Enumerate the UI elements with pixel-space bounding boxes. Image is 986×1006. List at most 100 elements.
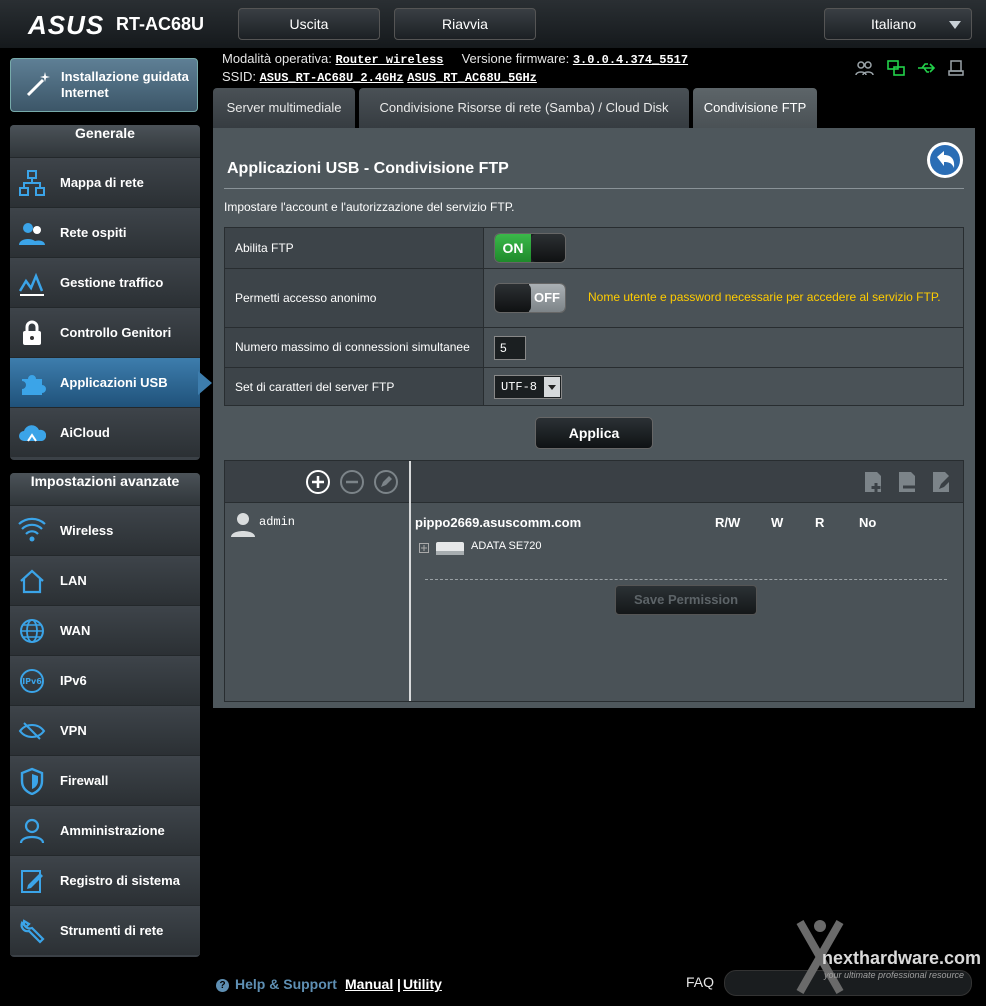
sidebar-item-label: Amministrazione (60, 823, 165, 838)
save-permission-button[interactable]: Save Permission (615, 585, 757, 615)
charset-select[interactable]: UTF-8 (494, 374, 562, 399)
description: Impostare l'account e l'autorizzazione d… (224, 200, 515, 214)
apply-button[interactable]: Applica (535, 417, 653, 449)
network-map-icon (19, 170, 45, 196)
watermark-tagline: your ultimate professional resource (824, 970, 965, 980)
anonymous-access-toggle[interactable]: OFF (494, 283, 566, 313)
ftp-settings-table: Abilita FTP ON Permetti accesso anonimo … (224, 227, 964, 406)
sidebar-item-aicloud[interactable]: AiCloud (10, 407, 200, 457)
sidebar-item-label: Applicazioni USB (60, 375, 168, 390)
clients-icon[interactable] (854, 58, 874, 78)
max-connections-label: Numero massimo di connessioni simultanee (224, 327, 484, 368)
wan-icon (20, 619, 44, 643)
aicloud-icon (19, 425, 46, 442)
sidebar-item-wan[interactable]: WAN (10, 605, 200, 655)
language-value: Italiano (871, 16, 917, 32)
utility-link[interactable]: Utility (403, 976, 442, 992)
tab-ftp[interactable]: Condivisione FTP (693, 88, 817, 128)
delete-folder-icon[interactable] (895, 469, 921, 495)
enable-ftp-label: Abilita FTP (224, 227, 484, 269)
top-bar: ASUS RT-AC68U Uscita Riavvia Italiano (0, 0, 986, 48)
help-support[interactable]: ? Help & Support (216, 976, 337, 992)
sidebar-item-lan[interactable]: LAN (10, 555, 200, 605)
ftp-host: pippo2669.asuscomm.com (415, 515, 582, 530)
printer-icon[interactable] (946, 58, 966, 78)
sidebar-item-label: Wireless (60, 523, 114, 538)
account-permissions: admin pippo2669.asuscomm.com R/W W R No … (224, 460, 964, 702)
perm-header-r: R (815, 515, 825, 530)
traffic-manager-icon (18, 272, 44, 296)
enable-ftp-toggle[interactable]: ON (494, 233, 566, 263)
add-account-icon[interactable] (305, 469, 331, 495)
status-icons (854, 58, 974, 78)
advanced-section: Impostazioni avanzate Wireless LAN WAN IPv6… (10, 473, 200, 957)
toggle-off-label: OFF (529, 284, 565, 312)
add-folder-icon[interactable] (861, 469, 887, 495)
sidebar-item-rete-ospiti[interactable]: Rete ospiti (10, 207, 200, 257)
sidebar-item-label: AiCloud (60, 425, 110, 440)
sidebar-item-label: Mappa di rete (60, 175, 144, 190)
ssid-24ghz-link[interactable]: ASUS_RT-AC68U_2.4GHz (260, 71, 404, 85)
general-section: Generale Mappa di rete Rete ospiti Gestion… (10, 125, 200, 460)
parental-control-icon (23, 320, 41, 345)
info-line-ssid: SSID: ASUS_RT-AC68U_2.4GHz ASUS_RT_AC68U… (222, 69, 537, 85)
firmware-link[interactable]: 3.0.0.4.374_5517 (573, 53, 688, 67)
sidebar-item-applicazioni-usb[interactable]: Applicazioni USB (10, 357, 200, 407)
sidebar-item-vpn[interactable]: VPN (10, 705, 200, 755)
quick-setup-button[interactable]: Installazione guidata Internet (10, 58, 198, 112)
sidebar-item-controllo-genitori[interactable]: Controllo Genitori (10, 307, 200, 357)
system-log-icon (21, 870, 43, 893)
network-status-icon[interactable] (886, 58, 906, 78)
ipv6-icon: IPv6 (20, 669, 44, 693)
rename-folder-icon[interactable] (929, 469, 955, 495)
tab-samba[interactable]: Condivisione Risorse di rete (Samba) / C… (359, 88, 689, 128)
max-connections-input[interactable]: 5 (494, 335, 526, 360)
model-name: RT-AC68U (116, 14, 205, 34)
ssid-5ghz-link[interactable]: ASUS_RT_AC68U_5GHz (407, 71, 537, 85)
expand-icon[interactable] (419, 543, 429, 553)
manual-link[interactable]: Manual (345, 976, 393, 992)
sidebar-item-label: Registro di sistema (60, 873, 180, 888)
sidebar-item-label: VPN (60, 723, 87, 738)
sidebar-item-label: Controllo Genitori (60, 325, 172, 340)
hard-drive-icon (436, 542, 464, 555)
sidebar-item-label: LAN (60, 573, 87, 588)
disk-row[interactable]: ADATA SE720 (419, 537, 619, 559)
account-row[interactable]: admin (231, 511, 401, 537)
user-icon (231, 513, 255, 537)
wireless-icon (18, 517, 46, 542)
mode-link[interactable]: Router wireless (335, 53, 443, 67)
sidebar-item-gestione-traffico[interactable]: Gestione traffico (10, 257, 200, 307)
sidebar-item-wireless[interactable]: Wireless (10, 505, 200, 555)
sidebar-item-ipv6[interactable]: IPv6 IPv6 (10, 655, 200, 705)
remove-account-icon[interactable] (339, 469, 365, 495)
sidebar-item-strumenti-di-rete[interactable]: Strumenti di rete (10, 905, 200, 955)
sidebar-item-registro-di-sistema[interactable]: Registro di sistema (10, 855, 200, 905)
watermark-brand: nexthardware.com (822, 948, 982, 968)
charset-value: UTF-8 (501, 379, 538, 394)
usb-status-icon[interactable] (916, 58, 936, 78)
tab-media-server[interactable]: Server multimediale (213, 88, 355, 128)
help-label: Help & Support (235, 976, 337, 992)
help-icon: ? (216, 979, 229, 992)
sidebar-item-label: Rete ospiti (60, 225, 127, 240)
sidebar-item-mappa-di-rete[interactable]: Mappa di rete (10, 157, 200, 207)
back-icon[interactable] (925, 140, 965, 180)
magic-wand-icon (26, 72, 50, 97)
sidebar-item-firewall[interactable]: Firewall (10, 755, 200, 805)
edit-account-icon[interactable] (373, 469, 399, 495)
language-select[interactable]: Italiano (824, 8, 972, 40)
sidebar-item-amministrazione[interactable]: Amministrazione (10, 805, 200, 855)
lan-icon (20, 569, 44, 594)
reboot-button[interactable]: Riavvia (394, 8, 536, 40)
separator-line (425, 579, 947, 580)
title-divider (224, 188, 964, 189)
footer-separator: | (397, 976, 401, 992)
general-title: Generale (10, 125, 200, 157)
logout-button[interactable]: Uscita (238, 8, 380, 40)
sidebar-item-label: WAN (60, 623, 91, 638)
page-title: Applicazioni USB - Condivisione FTP (227, 160, 509, 177)
quick-setup-label: Installazione guidata Internet (61, 69, 189, 100)
firewall-icon (20, 767, 44, 795)
column-divider (409, 461, 411, 701)
